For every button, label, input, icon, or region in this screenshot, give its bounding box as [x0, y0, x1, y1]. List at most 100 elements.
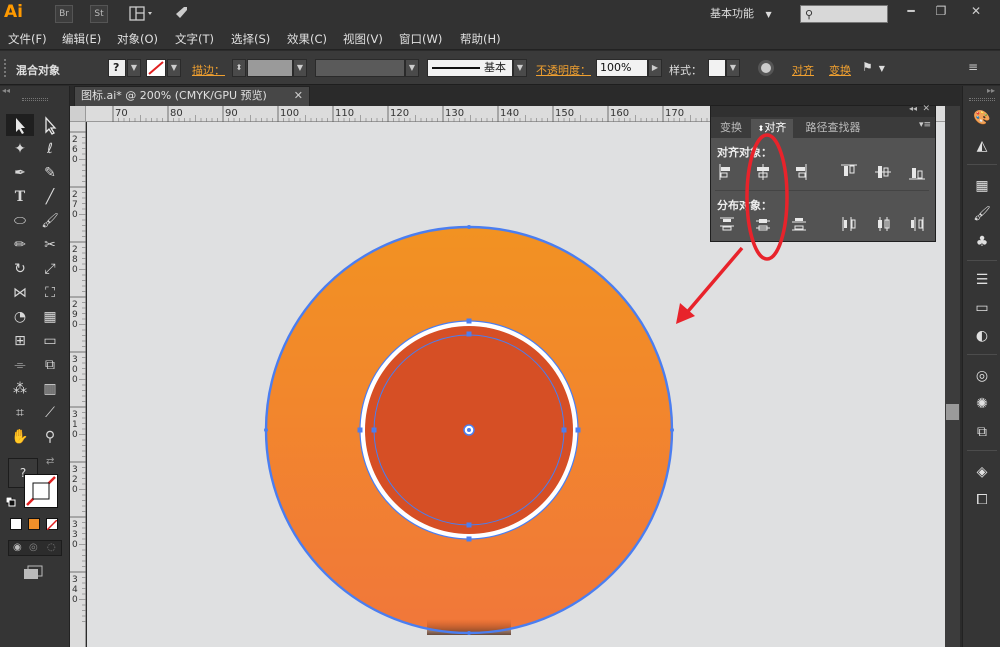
tab-transform[interactable]: 变换: [713, 119, 749, 138]
anchor-point[interactable]: [466, 536, 472, 542]
align-hcenter-button[interactable]: [753, 162, 773, 182]
close-document-icon[interactable]: ✕: [294, 87, 303, 105]
stroke-weight-stepper[interactable]: ⬍: [232, 59, 246, 77]
close-button[interactable]: ✕: [958, 2, 994, 20]
paintbrush-tool-icon[interactable]: 🖌: [36, 210, 64, 232]
isolate-group-button[interactable]: ⚑ ▼: [862, 60, 892, 76]
drawing-modes[interactable]: ◉ ◎ ◌: [8, 540, 62, 556]
color-panel-icon[interactable]: 🎨: [971, 108, 993, 128]
perspective-grid-tool-icon[interactable]: ▦: [36, 306, 64, 328]
lasso-tool-icon[interactable]: ℓ: [36, 138, 64, 160]
menu-file[interactable]: 文件(F): [8, 31, 47, 47]
dock-grip[interactable]: [969, 98, 995, 101]
gpu-rocket-button[interactable]: [170, 4, 190, 24]
pen-tool-icon[interactable]: ✒: [6, 162, 34, 184]
stroke-indicator[interactable]: [24, 474, 58, 508]
transparency-panel-icon[interactable]: ◐: [971, 326, 993, 346]
transform-panel-link[interactable]: 变换: [829, 62, 851, 78]
align-panel-titlebar[interactable]: ◂◂ ✕: [711, 104, 935, 117]
pencil-tool-icon[interactable]: ✏: [6, 234, 34, 256]
direct-selection-tool-icon[interactable]: [36, 114, 64, 136]
dist-bottom-button[interactable]: [789, 214, 809, 234]
align-left-button[interactable]: [717, 162, 737, 182]
vertical-scrollbar[interactable]: [945, 106, 960, 647]
magic-wand-tool-icon[interactable]: ✦: [6, 138, 34, 160]
dist-top-button[interactable]: [717, 214, 737, 234]
document-tab[interactable]: 图标.ai* @ 200% (CMYK/GPU 预览) ✕: [74, 86, 310, 106]
control-bar-menu-button[interactable]: ≡: [968, 60, 988, 76]
anchor-point[interactable]: [466, 318, 472, 324]
symbol-sprayer-tool-icon[interactable]: ⁂: [6, 378, 34, 400]
collapse-panel-icon[interactable]: ◂◂: [909, 104, 917, 113]
graphic-style-swatch[interactable]: [708, 59, 726, 77]
symbols-panel-icon[interactable]: ♣: [971, 232, 993, 252]
stroke-weight-input[interactable]: [247, 59, 293, 77]
default-fill-stroke-icon[interactable]: [5, 496, 16, 507]
minimize-button[interactable]: ━: [896, 2, 926, 20]
brushes-panel-icon[interactable]: 🖌: [971, 204, 993, 224]
stroke-weight-dropdown[interactable]: ▼: [293, 59, 307, 77]
rotate-tool-icon[interactable]: ↻: [6, 258, 34, 280]
artboards-panel-icon[interactable]: ⧠: [971, 490, 993, 510]
variable-width-dropdown[interactable]: ▼: [405, 59, 419, 77]
brush-dropdown[interactable]: ▼: [513, 59, 527, 77]
selection-tool-icon[interactable]: [6, 114, 34, 136]
anchor-point[interactable]: [561, 427, 567, 433]
close-panel-icon[interactable]: ✕: [922, 104, 930, 114]
vertical-ruler[interactable]: 260270280290300310320330340: [70, 106, 86, 647]
help-search-input[interactable]: ⚲: [800, 5, 888, 23]
workspace-switcher[interactable]: 基本功能 ▼: [710, 4, 788, 24]
scale-tool-icon[interactable]: ⤢: [36, 258, 64, 280]
appearance-panel-icon[interactable]: ◎: [971, 366, 993, 386]
slice-tool-icon[interactable]: ⟋: [36, 402, 64, 424]
anchor-point[interactable]: [467, 631, 471, 635]
scissors-tool-icon[interactable]: ✂: [36, 234, 64, 256]
anchor-point[interactable]: [466, 331, 472, 337]
asset-export-icon[interactable]: ⧉: [971, 422, 993, 442]
stock-button[interactable]: St: [90, 5, 108, 23]
ruler-origin[interactable]: [70, 106, 86, 122]
opacity-input[interactable]: 100%: [596, 59, 648, 77]
brush-definition[interactable]: 基本: [427, 59, 513, 77]
dock-expand-button[interactable]: ▸▸: [987, 86, 999, 95]
width-tool-icon[interactable]: ⋈: [6, 282, 34, 304]
opacity-dropdown[interactable]: ▶: [648, 59, 662, 77]
shape-builder-tool-icon[interactable]: ◔: [6, 306, 34, 328]
color-mode-button[interactable]: [10, 518, 22, 530]
bridge-button[interactable]: Br: [55, 5, 73, 23]
scrollbar-thumb[interactable]: [946, 404, 959, 420]
mesh-tool-icon[interactable]: ⊞: [6, 330, 34, 352]
swatches-panel-icon[interactable]: ▦: [971, 176, 993, 196]
eyedropper-tool-icon[interactable]: ⌯: [6, 354, 34, 376]
align-right-button[interactable]: [789, 162, 809, 182]
stroke-panel-icon[interactable]: ☰: [971, 270, 993, 290]
fill-swatch[interactable]: ?: [108, 59, 126, 77]
restore-button[interactable]: ❐: [926, 2, 956, 20]
dist-right-button[interactable]: [907, 214, 927, 234]
dist-left-button[interactable]: [839, 214, 859, 234]
free-transform-tool-icon[interactable]: ⛶: [36, 282, 64, 304]
gradient-mode-button[interactable]: [28, 518, 40, 530]
gradient-tool-icon[interactable]: ▭: [36, 330, 64, 352]
screen-mode-button[interactable]: [22, 564, 46, 582]
recolor-artwork-icon[interactable]: [758, 60, 774, 76]
tab-align[interactable]: ⬍对齐: [751, 119, 793, 138]
variable-width-profile[interactable]: [315, 59, 405, 77]
menu-window[interactable]: 窗口(W): [399, 31, 442, 47]
anchor-point[interactable]: [466, 522, 472, 528]
blend-tool-icon[interactable]: ⧉: [36, 354, 64, 376]
tools-grip[interactable]: [22, 98, 48, 101]
opacity-panel-link[interactable]: 不透明度：: [536, 62, 591, 78]
zoom-tool-icon[interactable]: ⚲: [36, 426, 64, 448]
stroke-swatch[interactable]: [146, 59, 166, 77]
artboard-tool-icon[interactable]: ⌗: [6, 402, 34, 424]
column-graph-tool-icon[interactable]: ▥: [36, 378, 64, 400]
tools-collapse-button[interactable]: ◂◂: [2, 86, 68, 95]
menu-view[interactable]: 视图(V): [343, 31, 383, 47]
gradient-panel-icon[interactable]: ▭: [971, 298, 993, 318]
ellipse-tool-icon[interactable]: ⬭: [6, 210, 34, 232]
menu-type[interactable]: 文字(T): [175, 31, 214, 47]
layers-panel-icon[interactable]: ◈: [971, 462, 993, 482]
hand-tool-icon[interactable]: ✋: [6, 426, 34, 448]
type-tool-icon[interactable]: T: [6, 186, 34, 208]
